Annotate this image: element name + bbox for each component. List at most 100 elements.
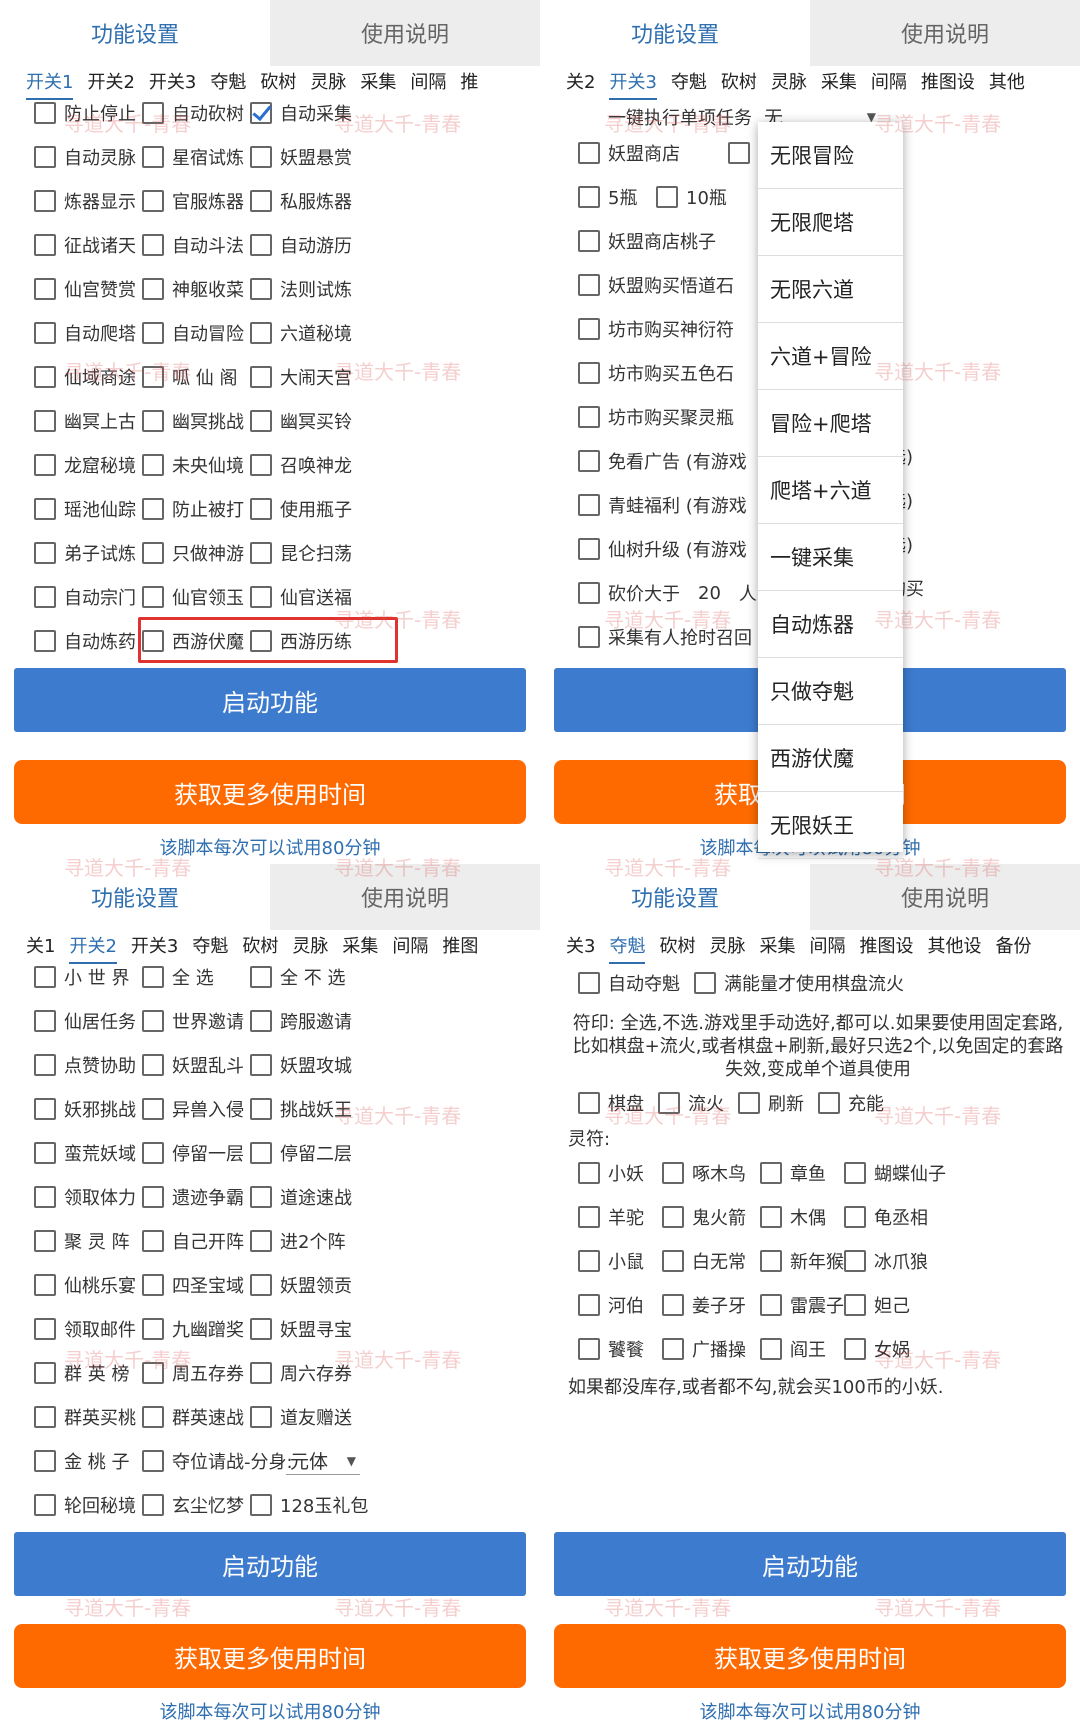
- checkbox[interactable]: [34, 190, 56, 212]
- checkbox-option[interactable]: 点赞协助: [34, 1052, 142, 1078]
- checkbox-option[interactable]: 河伯: [578, 1292, 662, 1318]
- checkbox[interactable]: [250, 1406, 272, 1428]
- checkbox-option[interactable]: 只做神游: [142, 540, 250, 566]
- checkbox[interactable]: [34, 542, 56, 564]
- checkbox[interactable]: [760, 1338, 782, 1360]
- checkbox[interactable]: [142, 1010, 164, 1032]
- checkbox-option[interactable]: 仙树升级 (有游戏: [578, 536, 747, 562]
- checkbox-option[interactable]: 夺位请战-分身:: [142, 1448, 293, 1474]
- checkbox-option[interactable]: 龙窟秘境: [34, 452, 142, 478]
- checkbox[interactable]: [34, 454, 56, 476]
- checkbox[interactable]: [250, 498, 272, 520]
- checkbox[interactable]: [578, 406, 600, 428]
- checkbox[interactable]: [142, 1230, 164, 1252]
- checkbox[interactable]: [760, 1162, 782, 1184]
- checkbox-option[interactable]: 仙居任务: [34, 1008, 142, 1034]
- checkbox-option[interactable]: 10瓶: [656, 184, 727, 210]
- checkbox-option[interactable]: 聚 灵 阵: [34, 1228, 142, 1254]
- checkbox[interactable]: [142, 542, 164, 564]
- checkbox[interactable]: [250, 1098, 272, 1120]
- checkbox[interactable]: [142, 146, 164, 168]
- checkbox-option[interactable]: 白无常: [662, 1248, 760, 1274]
- checkbox-option[interactable]: 自动爬塔: [34, 320, 142, 346]
- checkbox[interactable]: [142, 966, 164, 988]
- subtab[interactable]: 推图: [442, 930, 478, 964]
- checkbox-option[interactable]: 新年猴: [760, 1248, 844, 1274]
- checkbox-option[interactable]: 玄尘忆梦: [142, 1492, 250, 1518]
- subtab[interactable]: 关1: [26, 930, 55, 964]
- checkbox-option[interactable]: 章鱼: [760, 1160, 844, 1186]
- subtab[interactable]: 砍树: [721, 66, 757, 100]
- checkbox[interactable]: [34, 278, 56, 300]
- checkbox-option[interactable]: 世界邀请: [142, 1008, 250, 1034]
- checkbox[interactable]: [578, 1250, 600, 1272]
- checkbox-option[interactable]: 神躯收菜: [142, 276, 250, 302]
- subtab[interactable]: 间隔: [410, 66, 446, 100]
- subtab[interactable]: 间隔: [871, 66, 907, 100]
- checkbox[interactable]: [728, 142, 750, 164]
- checkbox-option[interactable]: 妲己: [844, 1292, 928, 1318]
- checkbox-option[interactable]: 妖邪挑战: [34, 1096, 142, 1122]
- checkbox[interactable]: [34, 1362, 56, 1384]
- checkbox-option[interactable]: 瑶池仙踪: [34, 496, 142, 522]
- checkbox[interactable]: [142, 1494, 164, 1516]
- checkbox-option[interactable]: 自动斗法: [142, 232, 250, 258]
- checkbox[interactable]: [142, 278, 164, 300]
- subtab[interactable]: 砍树: [659, 930, 695, 964]
- more-time-button[interactable]: 获取更多使用时间: [14, 1624, 526, 1688]
- checkbox-option[interactable]: 妖盟领贡: [250, 1272, 358, 1298]
- checkbox-option[interactable]: 进2个阵: [250, 1228, 358, 1254]
- checkbox-option[interactable]: 六道秘境: [250, 320, 358, 346]
- checkbox[interactable]: [34, 1406, 56, 1428]
- checkbox[interactable]: [250, 1186, 272, 1208]
- checkbox-option[interactable]: 冰爪狼: [844, 1248, 928, 1274]
- checkbox[interactable]: [34, 410, 56, 432]
- checkbox[interactable]: [34, 146, 56, 168]
- checkbox-option[interactable]: 妖盟寻宝: [250, 1316, 358, 1342]
- subtab[interactable]: 砍树: [260, 66, 296, 100]
- checkbox-option[interactable]: 停留一层: [142, 1140, 250, 1166]
- checkbox[interactable]: [142, 234, 164, 256]
- checkbox-option[interactable]: 群英速战: [142, 1404, 250, 1430]
- subtab[interactable]: 推图设: [859, 930, 913, 964]
- checkbox[interactable]: [34, 1494, 56, 1516]
- checkbox[interactable]: [142, 498, 164, 520]
- checkbox[interactable]: [578, 1338, 600, 1360]
- dropdown-option[interactable]: 无限妖王: [758, 792, 903, 859]
- checkbox[interactable]: [578, 1294, 600, 1316]
- checkbox[interactable]: [250, 1230, 272, 1252]
- checkbox[interactable]: [578, 142, 600, 164]
- checkbox-option[interactable]: 官服炼器: [142, 188, 250, 214]
- checkbox-option[interactable]: 自己开阵: [142, 1228, 250, 1254]
- checkbox-option[interactable]: 广播操: [662, 1336, 760, 1362]
- checkbox[interactable]: [142, 1406, 164, 1428]
- checkbox-option[interactable]: 刷新: [738, 1090, 818, 1116]
- checkbox[interactable]: [844, 1206, 866, 1228]
- checkbox-option[interactable]: 全 不 选: [250, 964, 358, 990]
- checkbox-option[interactable]: 小鼠: [578, 1248, 662, 1274]
- checkbox-option[interactable]: 仙宫赞赏: [34, 276, 142, 302]
- checkbox-option[interactable]: 龟丞相: [844, 1204, 928, 1230]
- checkbox[interactable]: [578, 494, 600, 516]
- checkbox-option[interactable]: 妖盟悬赏: [250, 144, 358, 170]
- checkbox[interactable]: [250, 322, 272, 344]
- subtab[interactable]: 夺魁: [671, 66, 707, 100]
- auto-duokui-option[interactable]: 自动夺魁: [578, 970, 680, 996]
- checkbox-option[interactable]: 妖盟乱斗: [142, 1052, 250, 1078]
- checkbox[interactable]: [578, 1092, 600, 1114]
- subtab[interactable]: 夺魁: [210, 66, 246, 100]
- checkbox[interactable]: [34, 630, 56, 652]
- more-time-button[interactable]: 获取更多使用时间: [14, 760, 526, 824]
- checkbox[interactable]: [34, 1274, 56, 1296]
- subtab[interactable]: 夺魁: [609, 930, 646, 964]
- subtab[interactable]: 采集: [342, 930, 378, 964]
- checkbox[interactable]: [34, 1098, 56, 1120]
- checkbox[interactable]: [34, 1318, 56, 1340]
- subtab[interactable]: 灵脉: [292, 930, 328, 964]
- checkbox[interactable]: [142, 1142, 164, 1164]
- checkbox-option[interactable]: 妖盟购买悟道石: [578, 272, 734, 298]
- checkbox[interactable]: [760, 1250, 782, 1272]
- checkbox-option[interactable]: 蝴蝶仙子: [844, 1160, 946, 1186]
- start-button[interactable]: 启动功能: [14, 668, 526, 732]
- checkbox[interactable]: [250, 1362, 272, 1384]
